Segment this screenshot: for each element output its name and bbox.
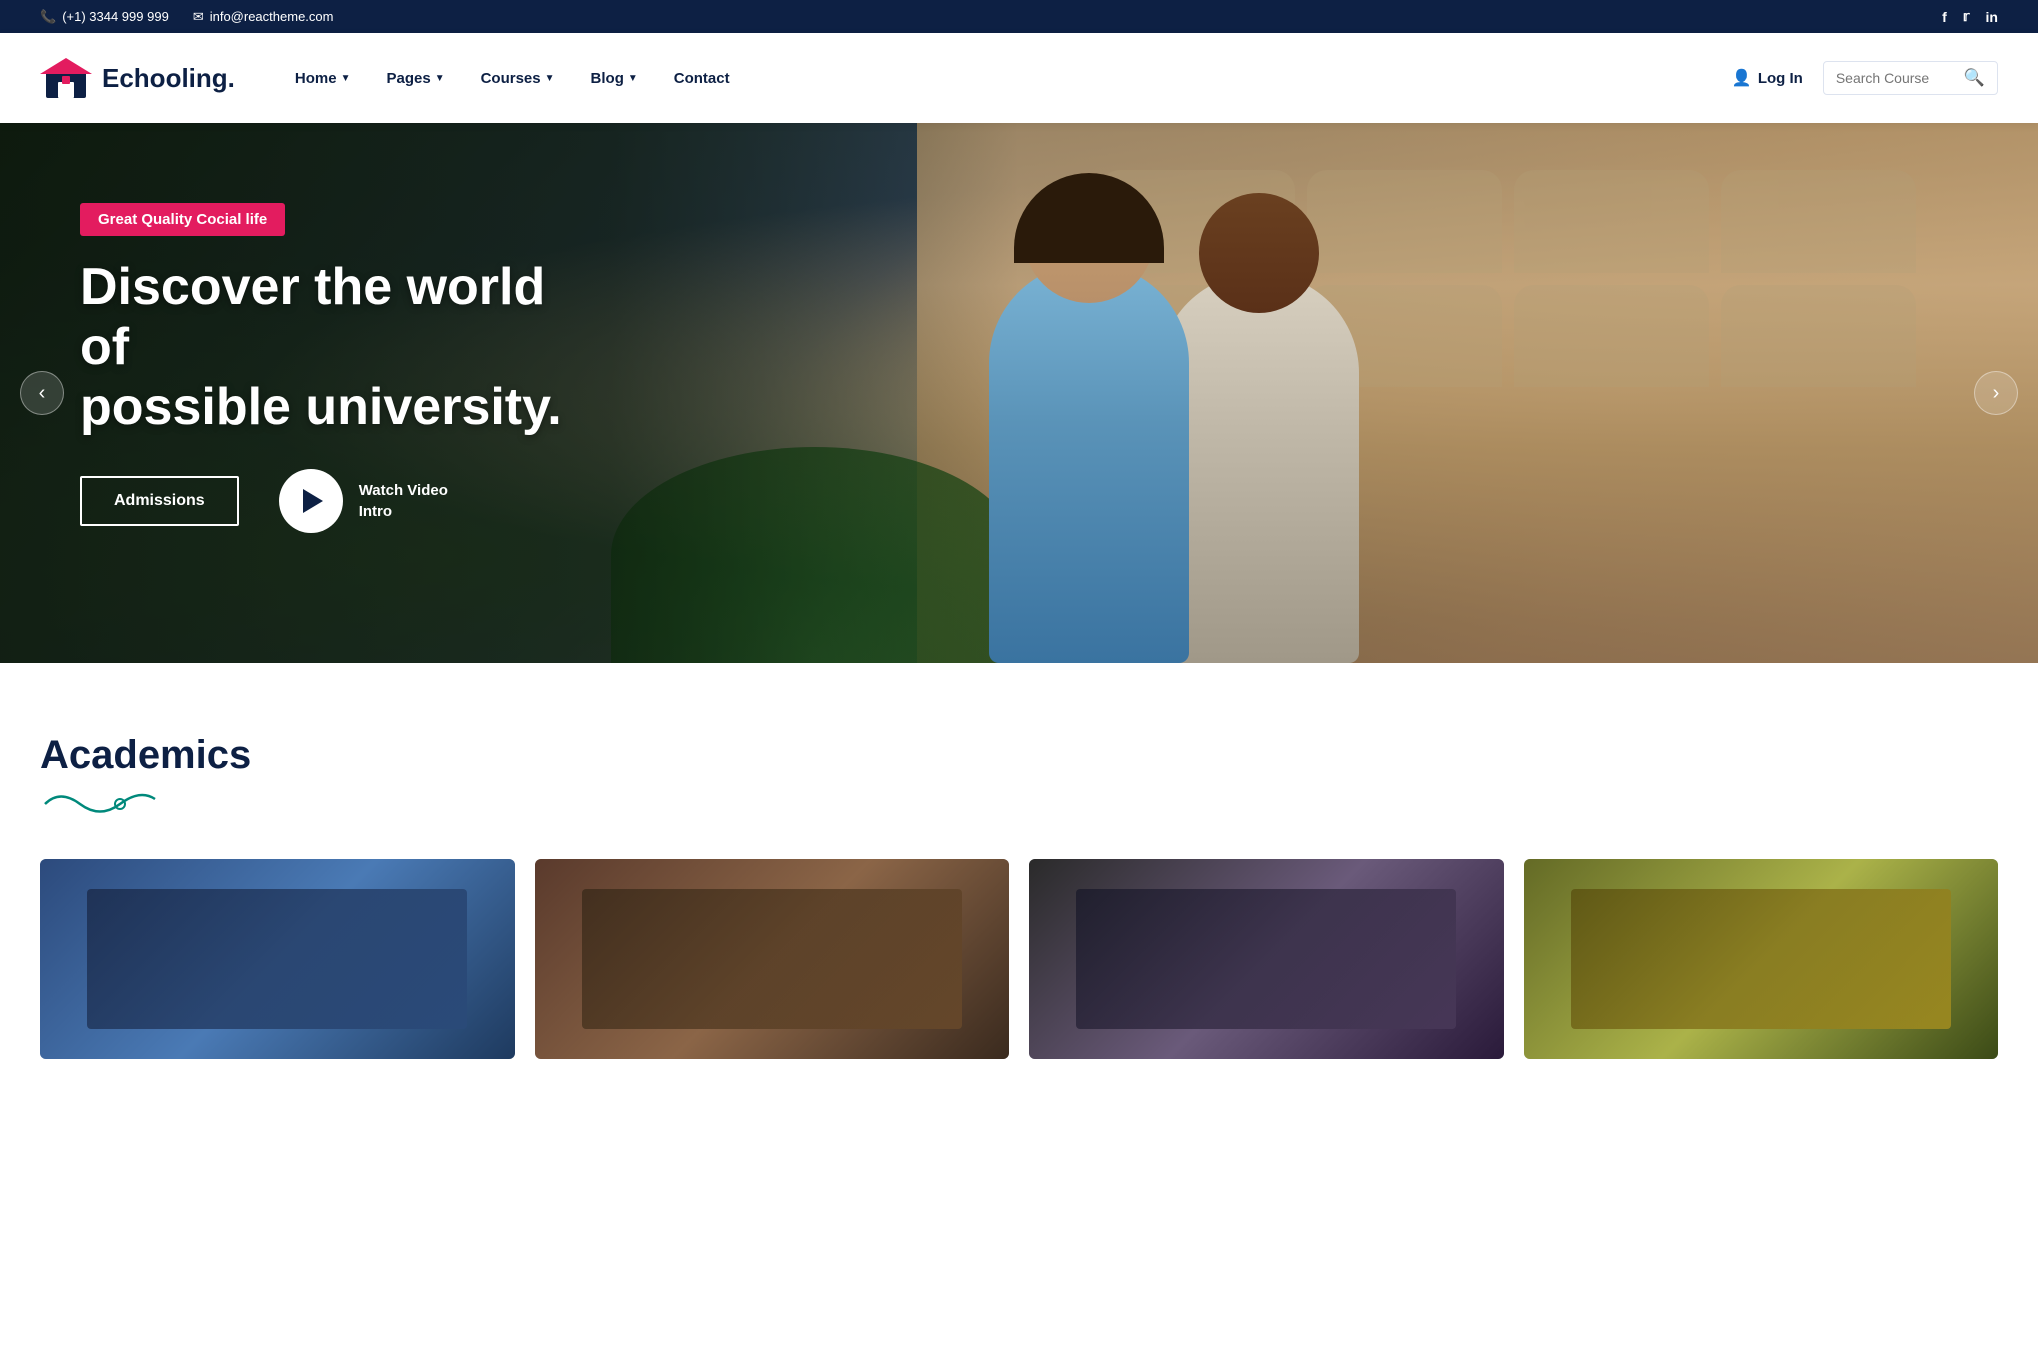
top-bar-contacts: 📞 (+1) 3344 999 999 ✉ info@reactheme.com xyxy=(40,9,333,25)
login-button[interactable]: 👤 Log In xyxy=(1732,68,1803,88)
hero-section: Great Quality Cocial life Discover the w… xyxy=(0,123,2038,663)
search-box: 🔍 xyxy=(1823,61,1998,95)
play-circle xyxy=(279,469,343,533)
academics-section: Academics xyxy=(0,663,2038,1099)
phone-contact: 📞 (+1) 3344 999 999 xyxy=(40,9,169,25)
top-bar: 📞 (+1) 3344 999 999 ✉ info@reactheme.com… xyxy=(0,0,2038,33)
navbar: Echooling. Home ▼ Pages ▼ Courses ▼ Blog… xyxy=(0,33,2038,123)
phone-icon: 📞 xyxy=(40,9,56,25)
person-female xyxy=(959,173,1219,663)
video-label: Watch Video Intro xyxy=(359,480,448,522)
academics-card-2 xyxy=(535,859,1010,1059)
chevron-down-icon: ▼ xyxy=(545,73,555,84)
nav-links: Home ▼ Pages ▼ Courses ▼ Blog ▼ Contact xyxy=(295,70,1732,87)
chevron-down-icon: ▼ xyxy=(341,73,351,84)
logo-text: Echooling. xyxy=(102,63,235,94)
hero-badge: Great Quality Cocial life xyxy=(80,203,285,236)
play-icon xyxy=(303,489,323,513)
facebook-icon[interactable]: f xyxy=(1942,9,1947,25)
nav-pages[interactable]: Pages ▼ xyxy=(386,70,444,87)
academics-cards xyxy=(40,859,1998,1059)
nav-blog[interactable]: Blog ▼ xyxy=(591,70,638,87)
hero-prev-button[interactable]: ‹ xyxy=(20,371,64,415)
user-icon: 👤 xyxy=(1732,68,1752,88)
academics-title: Academics xyxy=(40,733,1998,778)
linkedin-icon[interactable]: in xyxy=(1986,9,1998,25)
email-address: info@reactheme.com xyxy=(210,9,334,24)
academics-card-4 xyxy=(1524,859,1999,1059)
nav-courses[interactable]: Courses ▼ xyxy=(481,70,555,87)
hero-actions: Admissions Watch Video Intro xyxy=(80,469,570,533)
logo[interactable]: Echooling. xyxy=(40,56,235,100)
academics-card-3 xyxy=(1029,859,1504,1059)
social-links: f 𝕣 in xyxy=(1942,8,1998,25)
logo-icon xyxy=(40,56,92,100)
search-input[interactable] xyxy=(1836,70,1956,86)
hero-next-button[interactable]: › xyxy=(1974,371,2018,415)
nav-actions: 👤 Log In 🔍 xyxy=(1732,61,1998,95)
email-contact: ✉ info@reactheme.com xyxy=(193,9,334,25)
underline-svg xyxy=(40,784,160,814)
nav-home[interactable]: Home ▼ xyxy=(295,70,351,87)
email-icon: ✉ xyxy=(193,9,204,25)
twitter-icon[interactable]: 𝕣 xyxy=(1963,8,1970,25)
hero-content: Great Quality Cocial life Discover the w… xyxy=(0,123,650,613)
phone-number: (+1) 3344 999 999 xyxy=(62,9,169,24)
academics-card-1 xyxy=(40,859,515,1059)
nav-contact[interactable]: Contact xyxy=(674,70,730,87)
search-icon[interactable]: 🔍 xyxy=(1964,68,1985,88)
hero-title: Discover the world of possible universit… xyxy=(80,258,570,437)
admissions-button[interactable]: Admissions xyxy=(80,476,239,526)
chevron-down-icon: ▼ xyxy=(435,73,445,84)
chevron-down-icon: ▼ xyxy=(628,73,638,84)
watch-video-button[interactable]: Watch Video Intro xyxy=(279,469,448,533)
section-underline xyxy=(40,784,1998,819)
